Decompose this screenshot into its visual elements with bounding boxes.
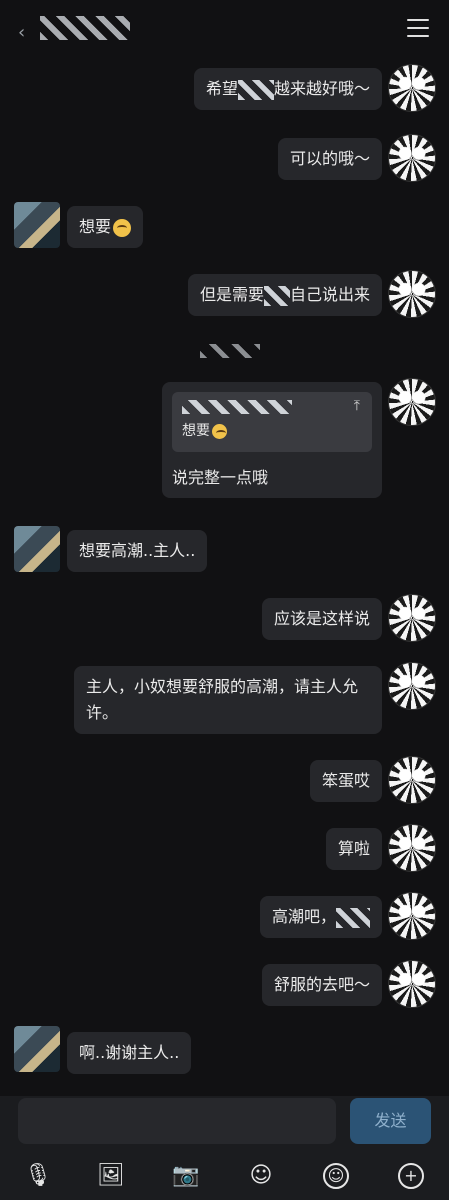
message-text: 自己说出来	[289, 285, 370, 304]
avatar[interactable]	[388, 378, 436, 426]
chat-title-obscured	[40, 16, 130, 40]
microphone-icon[interactable]: 🎙	[18, 1156, 58, 1196]
message-bubble[interactable]: 算啦	[325, 828, 382, 870]
avatar[interactable]	[388, 594, 436, 642]
avatar[interactable]	[14, 526, 60, 572]
avatar[interactable]	[388, 892, 436, 940]
message-text: 高潮吧，	[271, 907, 336, 926]
menu-icon[interactable]	[407, 19, 429, 37]
message-text: 希望	[205, 79, 238, 98]
emoji-icon[interactable]: ☺	[316, 1156, 356, 1196]
message-bubble[interactable]: 笨蛋哎	[309, 760, 382, 802]
arrow-up-icon[interactable]: ⤒	[354, 398, 360, 414]
message-text: 啊..谢谢主人..	[79, 1043, 180, 1062]
avatar[interactable]	[14, 202, 60, 248]
avatar[interactable]	[388, 64, 436, 112]
message-text: 想要	[79, 217, 112, 236]
message-bubble[interactable]: 想要	[67, 206, 144, 248]
message-text: 舒服的去吧～	[273, 975, 370, 994]
redacted-block	[263, 285, 290, 306]
toolbar: 🎙 🖼 📷 ☺ ☺ +	[0, 1156, 449, 1196]
message-text: 越来越好哦～	[273, 79, 370, 98]
pleading-face-icon	[212, 423, 227, 439]
message-text: 应该是这样说	[273, 609, 370, 628]
message-text: 主人，小奴想要舒服的高潮，请主人允许。	[86, 677, 359, 722]
message-bubble[interactable]: 主人，小奴想要舒服的高潮，请主人允许。	[74, 666, 382, 734]
send-button[interactable]: 发送	[350, 1098, 431, 1144]
message-text: 可以的哦～	[289, 149, 370, 168]
message-text: 算啦	[337, 839, 370, 858]
camera-icon[interactable]: 📷	[166, 1156, 206, 1196]
quote-reply-bubble[interactable]: ⤒ 想要 说完整一点哦	[162, 382, 382, 498]
pleading-face-icon	[113, 218, 132, 237]
avatar[interactable]	[388, 960, 436, 1008]
quoted-message[interactable]: ⤒ 想要	[172, 392, 372, 452]
redacted-block	[237, 79, 274, 100]
message-bubble[interactable]: 啊..谢谢主人..	[67, 1032, 192, 1074]
message-bubble[interactable]: 可以的哦～	[277, 138, 382, 180]
back-icon[interactable]: ‹	[18, 22, 25, 43]
message-text: 想要高潮..主人..	[79, 541, 196, 560]
message-bubble[interactable]: 高潮吧，	[259, 896, 382, 938]
image-icon[interactable]: 🖼	[91, 1156, 131, 1196]
message-bubble[interactable]: 应该是这样说	[261, 598, 382, 640]
avatar[interactable]	[388, 134, 436, 182]
message-text: 但是需要	[199, 285, 264, 304]
avatar[interactable]	[388, 756, 436, 804]
message-bubble[interactable]: 但是需要 自己说出来	[187, 274, 382, 316]
message-text: 说完整一点哦	[172, 468, 269, 487]
avatar[interactable]	[388, 824, 436, 872]
avatar[interactable]	[388, 662, 436, 710]
timestamp-obscured	[200, 344, 260, 358]
quote-sender-obscured	[182, 400, 292, 414]
message-list[interactable]: 希望 越来越好哦～ 可以的哦～ 想要 但是需要 自己说出来 ⤒ 想要 说完整一点哦 …	[0, 56, 449, 1096]
avatar[interactable]	[388, 270, 436, 318]
message-text: 笨蛋哎	[321, 771, 370, 790]
top-bar: ‹	[0, 0, 449, 56]
redacted-block	[336, 907, 370, 928]
sticker-icon[interactable]: ☺	[241, 1156, 281, 1196]
message-bubble[interactable]: 舒服的去吧～	[261, 964, 382, 1006]
composer-bar: 发送 🎙 🖼 📷 ☺ ☺ +	[0, 1096, 449, 1200]
quoted-text: 想要	[182, 420, 362, 440]
message-input[interactable]	[18, 1098, 336, 1144]
avatar[interactable]	[14, 1026, 60, 1072]
message-bubble[interactable]: 希望 越来越好哦～	[193, 68, 382, 110]
plus-icon[interactable]: +	[391, 1156, 431, 1196]
message-bubble[interactable]: 想要高潮..主人..	[67, 530, 208, 572]
